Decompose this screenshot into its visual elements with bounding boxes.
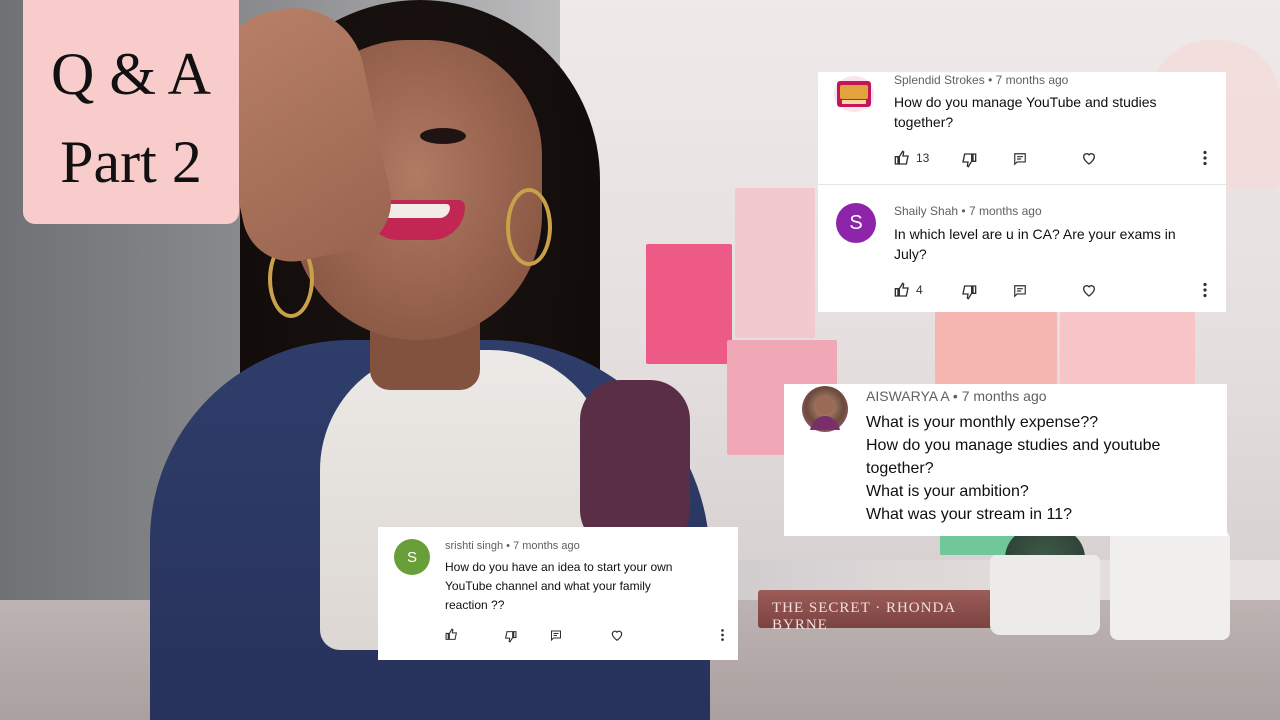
comment-divider <box>818 184 1226 185</box>
like-count: 4 <box>916 283 923 297</box>
more-vertical-icon <box>1203 150 1207 166</box>
comment-line: together? <box>866 460 934 477</box>
title-line-1: Q & A <box>50 41 212 107</box>
comment-line: What was your stream in 11? <box>866 506 1073 523</box>
comment-line: How do you have an idea to start your ow… <box>445 560 673 574</box>
comment-line: reaction ?? <box>445 598 505 612</box>
heart-icon <box>611 630 623 641</box>
comment-author[interactable]: Shaily Shah <box>894 204 958 218</box>
thumbs-up-icon <box>445 628 458 640</box>
reply-button[interactable] <box>1013 151 1027 167</box>
poster-pineapple <box>735 188 815 338</box>
thumbs-up-icon <box>894 150 909 165</box>
avatar[interactable] <box>802 386 848 432</box>
cup <box>1110 530 1230 640</box>
avatar-letter: S <box>849 211 863 234</box>
comment-text: How do you have an idea to start your ow… <box>445 558 725 615</box>
comments-panel-top: Splendid Strokes • 7 months ago How do y… <box>818 72 1226 312</box>
right-eye <box>420 128 466 144</box>
comment-line: What is your monthly expense?? <box>866 414 1099 431</box>
avatar[interactable]: S <box>836 203 876 243</box>
avatar-letter: S <box>406 548 417 566</box>
comment-time[interactable]: 7 months ago <box>996 73 1069 87</box>
comment-time[interactable]: 7 months ago <box>513 540 580 552</box>
heart-icon <box>1082 153 1096 165</box>
plant-pot <box>990 555 1100 635</box>
comment-card-aiswarya: AISWARYA A • 7 months ago What is your m… <box>784 384 1227 536</box>
avatar-photo-icon <box>810 397 840 430</box>
comment-author[interactable]: Splendid Strokes <box>894 73 985 87</box>
book-title: THE SECRET · RHONDA BYRNE <box>772 600 956 633</box>
comment-line: YouTube channel and what your family <box>445 579 651 593</box>
comment-time[interactable]: 7 months ago <box>969 204 1042 218</box>
comment-author[interactable]: AISWARYA A <box>866 388 949 404</box>
separator: • <box>952 388 958 404</box>
splendid-strokes-logo-icon <box>837 81 871 107</box>
separator: • <box>961 204 966 218</box>
comment-card-srishti: S srishti singh • 7 months ago How do yo… <box>378 527 738 660</box>
thumbs-down-icon <box>504 631 517 643</box>
comment-text: What is your monthly expense?? How do yo… <box>866 411 1216 526</box>
heart-button[interactable] <box>1081 150 1097 166</box>
avatar[interactable]: S <box>394 539 430 575</box>
title-card: Q & A Part 2 <box>23 0 239 224</box>
reply-button[interactable] <box>1013 283 1027 299</box>
book: THE SECRET · RHONDA BYRNE <box>758 590 1008 633</box>
avatar[interactable] <box>834 76 874 112</box>
comment-time[interactable]: 7 months ago <box>962 388 1047 404</box>
separator: • <box>988 73 993 87</box>
comment-text: How do you manage YouTube and studies to… <box>894 94 1157 131</box>
earring-right <box>506 188 552 266</box>
heart-button[interactable] <box>610 628 624 642</box>
heart-button[interactable] <box>1081 282 1097 298</box>
dislike-button[interactable] <box>961 284 977 300</box>
like-count: 13 <box>916 151 930 165</box>
more-options-button[interactable] <box>1202 150 1208 166</box>
more-options-button[interactable] <box>720 628 725 642</box>
thumbs-up-icon <box>894 282 909 297</box>
title-line-2: Part 2 <box>60 129 202 195</box>
comment-line: How do you manage studies and youtube <box>866 437 1161 454</box>
reply-button[interactable] <box>550 629 562 642</box>
like-button[interactable]: 4 <box>894 282 923 298</box>
comment-meta: Shaily Shah • 7 months ago <box>894 204 1042 218</box>
heart-icon <box>1082 285 1096 297</box>
more-vertical-icon <box>1203 282 1207 298</box>
comment-meta: srishti singh • 7 months ago <box>445 540 580 552</box>
poster-sunset <box>935 312 1057 384</box>
reply-icon <box>1014 285 1026 298</box>
thumbs-down-icon <box>962 153 977 168</box>
thumbs-down-icon <box>962 285 977 300</box>
person-sleeve <box>580 380 690 550</box>
poster-palm <box>1060 312 1195 387</box>
reply-icon <box>551 630 561 642</box>
like-button[interactable]: 13 <box>894 150 929 166</box>
dislike-button[interactable] <box>504 630 517 643</box>
comment-meta: AISWARYA A • 7 months ago <box>866 388 1047 404</box>
comment-author[interactable]: srishti singh <box>445 540 503 552</box>
more-vertical-icon <box>721 629 724 641</box>
like-button[interactable] <box>445 628 458 641</box>
more-options-button[interactable] <box>1202 282 1208 298</box>
dislike-button[interactable] <box>961 152 977 168</box>
comment-text: In which level are u in CA? Are your exa… <box>894 226 1176 263</box>
reply-icon <box>1014 153 1026 166</box>
poster-pink <box>646 244 732 364</box>
comment-line: What is your ambition? <box>866 483 1029 500</box>
comment-meta: Splendid Strokes • 7 months ago <box>894 73 1068 87</box>
separator: • <box>506 540 510 552</box>
